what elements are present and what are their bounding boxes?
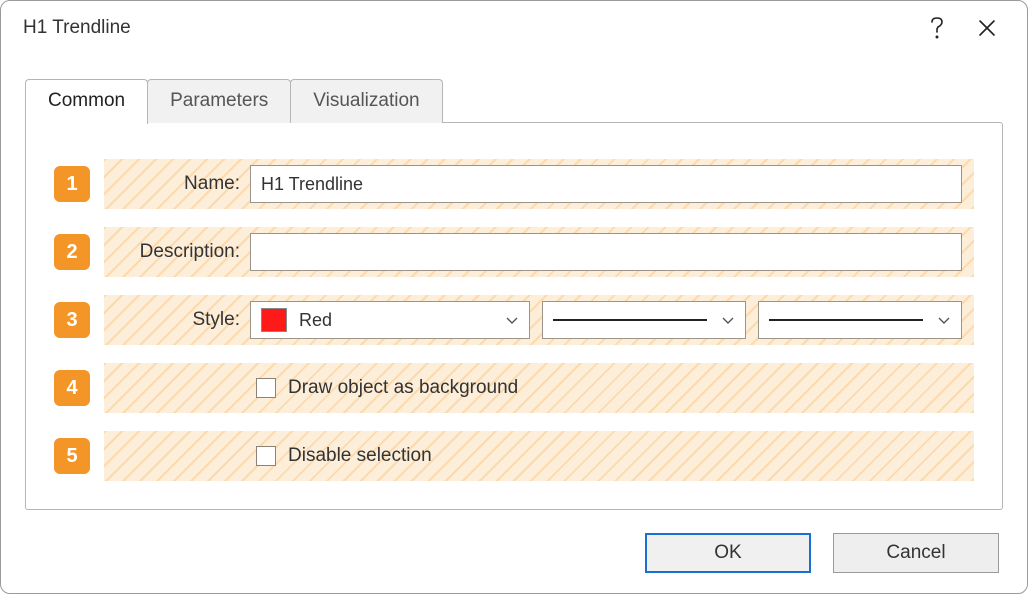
- tab-common[interactable]: Common: [25, 79, 148, 124]
- step-badge-3: 3: [54, 302, 90, 338]
- row-style: 3 Style: Red: [54, 295, 974, 345]
- step-badge-4: 4: [54, 370, 90, 406]
- draw-bg-checkbox[interactable]: [256, 378, 276, 398]
- style-controls: Red: [250, 301, 962, 339]
- disable-sel-label: Disable selection: [288, 445, 432, 467]
- draw-bg-field: Draw object as background: [250, 377, 518, 399]
- close-icon: [978, 19, 996, 37]
- window-title: H1 Trendline: [23, 17, 909, 39]
- color-name: Red: [299, 310, 505, 331]
- close-button[interactable]: [965, 10, 1009, 46]
- style-label: Style:: [104, 309, 250, 331]
- cancel-button[interactable]: Cancel: [833, 533, 999, 573]
- chevron-down-icon: [937, 313, 951, 327]
- step-badge-1: 1: [54, 166, 90, 202]
- name-input-value: H1 Trendline: [261, 174, 363, 195]
- tab-parameters[interactable]: Parameters: [147, 79, 291, 123]
- help-button[interactable]: [915, 10, 959, 46]
- line-width-preview: [769, 319, 923, 321]
- dialog-footer: OK Cancel: [1, 513, 1027, 593]
- highlight-strip: Name: H1 Trendline: [104, 159, 974, 209]
- name-input[interactable]: H1 Trendline: [250, 165, 962, 203]
- line-style-preview: [553, 319, 707, 321]
- step-badge-5: 5: [54, 438, 90, 474]
- row-name: 1 Name: H1 Trendline: [54, 159, 974, 209]
- line-width-combobox[interactable]: [758, 301, 962, 339]
- titlebar: H1 Trendline: [1, 1, 1027, 53]
- row-draw-bg: 4 Draw object as background: [54, 363, 974, 413]
- highlight-strip: Disable selection: [104, 431, 974, 481]
- highlight-strip: Description:: [104, 227, 974, 277]
- color-combobox[interactable]: Red: [250, 301, 530, 339]
- tab-strip: Common Parameters Visualization: [25, 79, 1003, 123]
- draw-bg-label: Draw object as background: [288, 377, 518, 399]
- line-style-combobox[interactable]: [542, 301, 746, 339]
- tab-panel-common: 1 Name: H1 Trendline 2 Description:: [25, 122, 1003, 510]
- help-icon: [930, 17, 944, 39]
- step-badge-2: 2: [54, 234, 90, 270]
- row-description: 2 Description:: [54, 227, 974, 277]
- ok-button[interactable]: OK: [645, 533, 811, 573]
- row-disable-sel: 5 Disable selection: [54, 431, 974, 481]
- chevron-down-icon: [505, 313, 519, 327]
- name-label: Name:: [104, 173, 250, 195]
- color-swatch: [261, 308, 287, 332]
- highlight-strip: Draw object as background: [104, 363, 974, 413]
- properties-dialog: H1 Trendline Common Parameters Visualiza…: [0, 0, 1028, 594]
- disable-sel-field: Disable selection: [250, 445, 432, 467]
- description-input[interactable]: [250, 233, 962, 271]
- chevron-down-icon: [721, 313, 735, 327]
- content-area: Common Parameters Visualization 1 Name: …: [1, 53, 1027, 513]
- disable-sel-checkbox[interactable]: [256, 446, 276, 466]
- highlight-strip: Style: Red: [104, 295, 974, 345]
- description-label: Description:: [104, 241, 250, 263]
- tab-visualization[interactable]: Visualization: [290, 79, 442, 123]
